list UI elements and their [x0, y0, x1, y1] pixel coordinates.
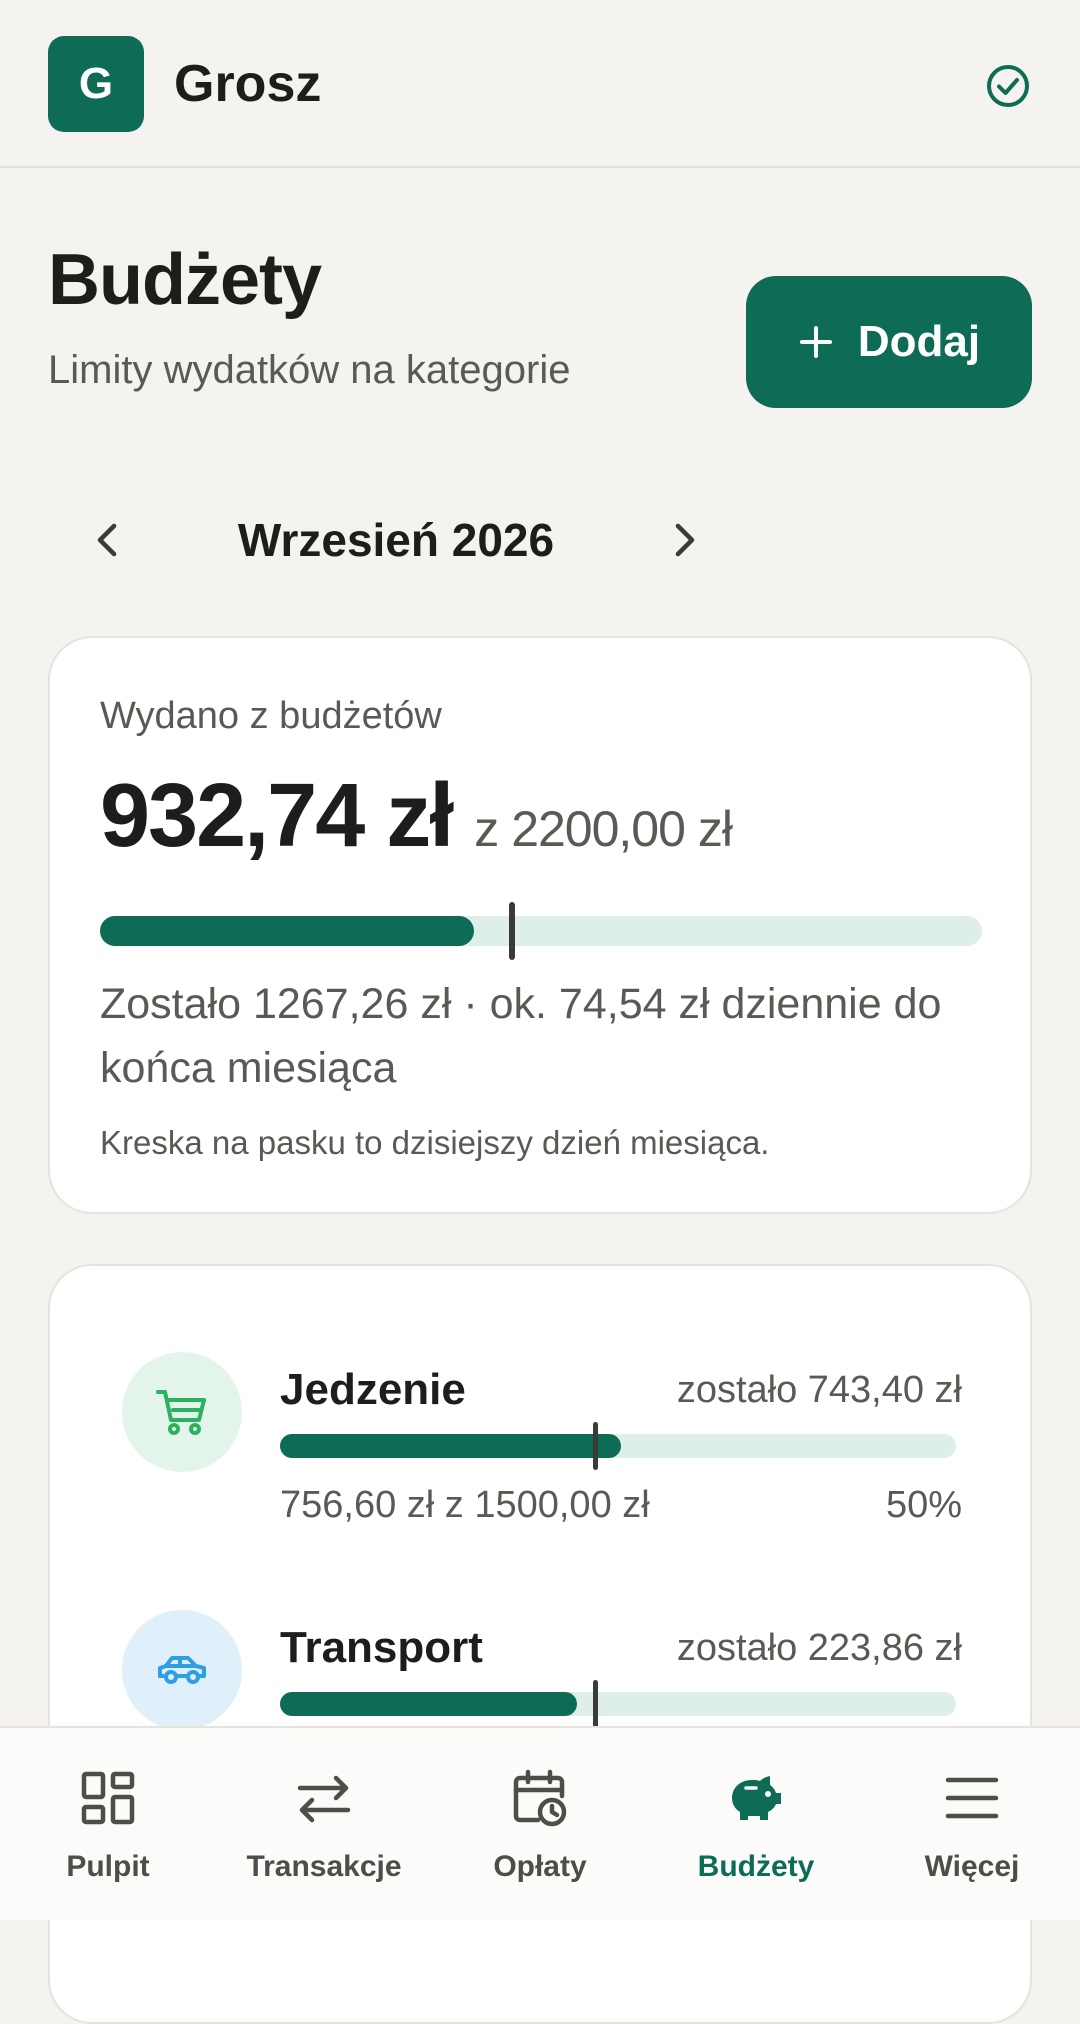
- nav-label: Budżety: [697, 1850, 815, 1883]
- category-icon-bg: [122, 1352, 242, 1472]
- summary-progress-fill: [100, 916, 474, 946]
- category-item-jedzenie[interactable]: Jedzenie zostało 743,40 zł 756,60 zł z 1…: [50, 1352, 1034, 1552]
- category-icon-bg: [122, 1610, 242, 1730]
- summary-label: Wydano z budżetów: [100, 695, 442, 737]
- category-name: Transport: [280, 1623, 483, 1672]
- chevron-right-icon[interactable]: [652, 508, 716, 572]
- cart-icon: [156, 1390, 206, 1435]
- nav-item-oplaty[interactable]: Opłaty: [432, 1728, 648, 1920]
- add-button-label: Dodaj: [857, 317, 981, 366]
- summary-note: Kreska na pasku to dzisiejszy dzień mies…: [100, 1124, 770, 1161]
- nav-item-wiecej[interactable]: Więcej: [864, 1728, 1080, 1920]
- check-circle-icon[interactable]: [984, 62, 1032, 110]
- add-budget-button[interactable]: Dodaj: [746, 276, 1032, 408]
- category-progress-bar: [280, 1680, 956, 1728]
- app-name: Grosz: [174, 55, 322, 113]
- page-title: Budżety: [48, 240, 322, 320]
- summary-progress-bar: [100, 902, 982, 960]
- budget-summary-card: Wydano z budżetów 932,74 zł z 2200,00 zł…: [48, 636, 1032, 1214]
- category-remaining: zostało 743,40 zł: [676, 1369, 962, 1411]
- swap-arrows-icon: [297, 1775, 351, 1823]
- piggy-bank-icon: [732, 1776, 781, 1820]
- category-remaining: zostało 223,86 zł: [676, 1627, 962, 1669]
- nav-label: Pulpit: [66, 1850, 150, 1883]
- nav-label: Transakcje: [246, 1850, 402, 1883]
- nav-item-budzety[interactable]: Budżety: [648, 1728, 864, 1920]
- bottom-navigation: Pulpit Transakcje Opłaty Budżety Więcej: [0, 1726, 1080, 1920]
- app-bar: G Grosz: [0, 0, 1080, 168]
- today-marker: [592, 1422, 598, 1470]
- summary-remaining: Zostało 1267,26 zł · ok. 74,54 zł dzienn…: [100, 980, 942, 1092]
- plus-icon: [799, 326, 832, 358]
- category-progress-fill: [280, 1692, 578, 1716]
- today-marker: [592, 1680, 598, 1728]
- car-icon: [158, 1656, 206, 1684]
- month-label: Wrzesień 2026: [237, 514, 555, 566]
- category-spent: 756,60 zł z 1500,00 zł: [280, 1484, 650, 1526]
- category-progress-fill: [280, 1434, 621, 1458]
- dashboard-icon: [81, 1771, 135, 1825]
- today-marker: [508, 902, 515, 960]
- category-percent: 50%: [885, 1484, 962, 1526]
- nav-item-pulpit[interactable]: Pulpit: [0, 1728, 216, 1920]
- page-subtitle: Limity wydatków na kategorie: [48, 348, 571, 392]
- nav-label: Opłaty: [493, 1850, 587, 1883]
- menu-icon: [945, 1777, 999, 1819]
- category-progress-bar: [280, 1422, 956, 1470]
- nav-label: Więcej: [924, 1850, 1020, 1883]
- total-amount: z 2200,00 zł: [474, 801, 733, 857]
- category-name: Jedzenie: [280, 1365, 466, 1414]
- calendar-clock-icon: [513, 1769, 567, 1827]
- nav-item-transakcje[interactable]: Transakcje: [216, 1728, 432, 1920]
- chevron-left-icon[interactable]: [76, 508, 140, 572]
- app-logo: G: [48, 36, 144, 132]
- summary-amount: 932,74 zł z 2200,00 zł: [100, 766, 733, 866]
- spent-amount: 932,74 zł: [100, 766, 454, 866]
